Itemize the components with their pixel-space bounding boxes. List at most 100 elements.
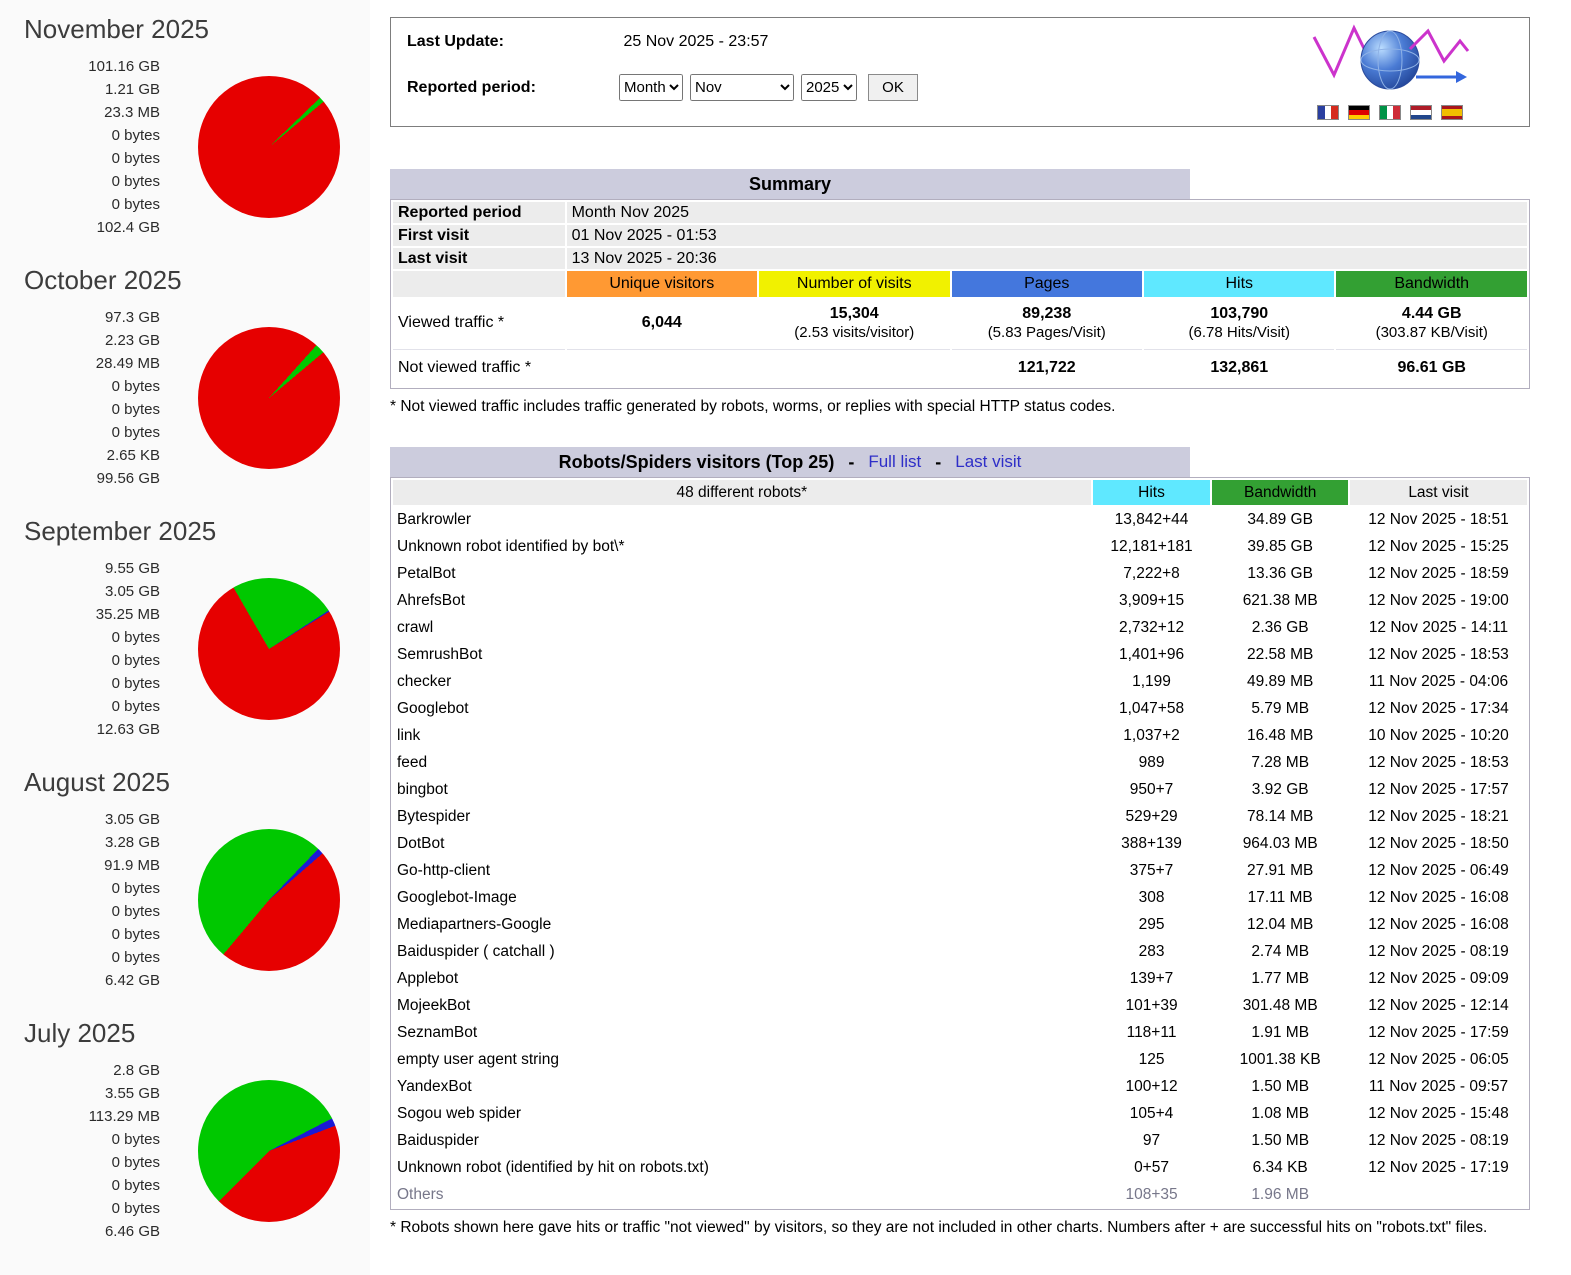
summary-column-header: Number of visits: [759, 271, 950, 297]
traffic-pie-chart: [198, 578, 340, 720]
robot-name: Go-http-client: [393, 858, 1091, 883]
robot-last-visit: 12 Nov 2025 - 06:49: [1350, 858, 1527, 883]
traffic-value: 91.9 MB: [24, 854, 160, 877]
viewed-traffic-cell: 4.44 GB(303.87 KB/Visit): [1336, 299, 1527, 347]
summary-column-header: Hits: [1144, 271, 1334, 297]
traffic-value: 0 bytes: [24, 626, 160, 649]
month-values: 3.05 GB3.28 GB91.9 MB0 bytes0 bytes0 byt…: [24, 808, 160, 992]
month-block: October 202597.3 GB2.23 GB28.49 MB0 byte…: [24, 265, 370, 490]
traffic-value: 0 bytes: [24, 421, 160, 444]
robot-last-visit: 10 Nov 2025 - 10:20: [1350, 723, 1527, 748]
robot-bandwidth: 3.92 GB: [1212, 777, 1348, 802]
summary-info-row: Reported period Month Nov 2025: [393, 202, 1527, 223]
month-block: November 2025101.16 GB1.21 GB23.3 MB0 by…: [24, 14, 370, 239]
robot-row: Googlebot-Image30817.11 MB12 Nov 2025 - …: [393, 885, 1527, 910]
period-year-select[interactable]: 2025: [801, 74, 857, 101]
not-viewed-traffic-cell: 96.61 GB: [1336, 349, 1527, 386]
robot-hits: 2,732+12: [1093, 615, 1211, 640]
robot-last-visit: 12 Nov 2025 - 18:53: [1350, 750, 1527, 775]
flag-italy[interactable]: [1379, 105, 1401, 120]
robots-table: 48 different robots* Hits Bandwidth Last…: [390, 477, 1530, 1210]
flag-stripe: [1380, 106, 1387, 119]
full-list-link[interactable]: Full list: [868, 452, 921, 472]
robot-last-visit: 12 Nov 2025 - 18:53: [1350, 642, 1527, 667]
traffic-value: 0 bytes: [24, 124, 160, 147]
flag-spain[interactable]: [1441, 105, 1463, 120]
robot-bandwidth: 13.36 GB: [1212, 561, 1348, 586]
robot-bandwidth: 1.50 MB: [1212, 1074, 1348, 1099]
traffic-value: 102.4 GB: [24, 216, 160, 239]
flag-stripe: [1387, 106, 1394, 119]
traffic-number: 89,238: [952, 305, 1143, 323]
traffic-value: 0 bytes: [24, 649, 160, 672]
robot-row: PetalBot7,222+813.36 GB12 Nov 2025 - 18:…: [393, 561, 1527, 586]
monthly-history-sidebar: November 2025101.16 GB1.21 GB23.3 MB0 by…: [0, 0, 370, 1275]
robot-hits: 529+29: [1093, 804, 1211, 829]
info-label: Reported period: [393, 202, 565, 223]
robot-hits: 105+4: [1093, 1101, 1211, 1126]
robot-last-visit: 11 Nov 2025 - 09:57: [1350, 1074, 1527, 1099]
period-month-select[interactable]: Nov: [690, 74, 794, 101]
separator: -: [935, 452, 941, 473]
info-label: Last visit: [393, 248, 565, 269]
flag-stripe: [1318, 106, 1325, 119]
traffic-value: 0 bytes: [24, 193, 160, 216]
traffic-value: 0 bytes: [24, 1128, 160, 1151]
robot-last-visit: 12 Nov 2025 - 16:08: [1350, 885, 1527, 910]
robot-hits: 97: [1093, 1128, 1211, 1153]
robot-hits: 13,842+44: [1093, 507, 1211, 532]
month-title: July 2025: [24, 1018, 370, 1049]
flag-stripe: [1331, 106, 1338, 119]
robot-row: checker1,19949.89 MB11 Nov 2025 - 04:06: [393, 669, 1527, 694]
traffic-value: 9.55 GB: [24, 557, 160, 580]
last-visit-link[interactable]: Last visit: [955, 452, 1021, 472]
robot-last-visit: 12 Nov 2025 - 18:21: [1350, 804, 1527, 829]
traffic-ratio: (6.78 Hits/Visit): [1144, 324, 1334, 341]
robot-hits: 1,037+2: [1093, 723, 1211, 748]
last-update-value: 25 Nov 2025 - 23:57: [623, 33, 768, 50]
info-value: 13 Nov 2025 - 20:36: [567, 248, 1527, 269]
hits-column-header: Hits: [1093, 480, 1211, 505]
separator: -: [848, 452, 854, 473]
robot-hits: 7,222+8: [1093, 561, 1211, 586]
flag-netherlands[interactable]: [1410, 105, 1432, 120]
traffic-number: 4.44 GB: [1336, 305, 1527, 323]
summary-footnote: * Not viewed traffic includes traffic ge…: [390, 397, 1530, 417]
viewed-traffic-cell: 15,304(2.53 visits/visitor): [759, 299, 950, 347]
language-flags: [1306, 105, 1474, 120]
month-row: 3.05 GB3.28 GB91.9 MB0 bytes0 bytes0 byt…: [24, 808, 370, 992]
robot-bandwidth: 6.34 KB: [1212, 1155, 1348, 1180]
robot-row: Unknown robot (identified by hit on robo…: [393, 1155, 1527, 1180]
awstats-logo[interactable]: [1306, 23, 1474, 120]
robot-bandwidth: 1.50 MB: [1212, 1128, 1348, 1153]
robot-name: Googlebot: [393, 696, 1091, 721]
robot-bandwidth: 1.08 MB: [1212, 1101, 1348, 1126]
ok-button[interactable]: OK: [868, 74, 918, 101]
robot-last-visit: 11 Nov 2025 - 04:06: [1350, 669, 1527, 694]
traffic-value: 99.56 GB: [24, 467, 160, 490]
robot-last-visit: 12 Nov 2025 - 14:11: [1350, 615, 1527, 640]
traffic-pie-chart: [198, 76, 340, 218]
robot-row: Sogou web spider105+41.08 MB12 Nov 2025 …: [393, 1101, 1527, 1126]
robot-name: Baiduspider: [393, 1128, 1091, 1153]
flag-germany[interactable]: [1348, 105, 1370, 120]
robot-hits: 12,181+181: [1093, 534, 1211, 559]
traffic-value: 0 bytes: [24, 695, 160, 718]
flag-stripe: [1325, 106, 1332, 119]
main-content: Last Update: 25 Nov 2025 - 23:57 Reporte…: [370, 0, 1571, 1238]
traffic-value: 0 bytes: [24, 1174, 160, 1197]
traffic-ratio: (303.87 KB/Visit): [1336, 324, 1527, 341]
month-values: 97.3 GB2.23 GB28.49 MB0 bytes0 bytes0 by…: [24, 306, 160, 490]
traffic-value: 35.25 MB: [24, 603, 160, 626]
month-values: 2.8 GB3.55 GB113.29 MB0 bytes0 bytes0 by…: [24, 1059, 160, 1243]
robot-bandwidth: 7.28 MB: [1212, 750, 1348, 775]
period-type-select[interactable]: Month: [619, 74, 683, 101]
robot-hits: 1,401+96: [1093, 642, 1211, 667]
robot-hits: 101+39: [1093, 993, 1211, 1018]
month-block: September 20259.55 GB3.05 GB35.25 MB0 by…: [24, 516, 370, 741]
flag-france[interactable]: [1317, 105, 1339, 120]
robot-hits: 1,199: [1093, 669, 1211, 694]
robot-bandwidth: 964.03 MB: [1212, 831, 1348, 856]
not-viewed-traffic-label: Not viewed traffic *: [393, 349, 565, 386]
traffic-pie-chart: [198, 829, 340, 971]
